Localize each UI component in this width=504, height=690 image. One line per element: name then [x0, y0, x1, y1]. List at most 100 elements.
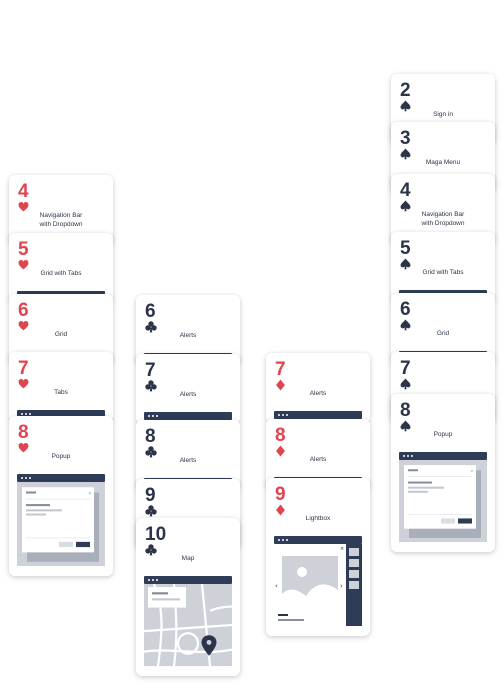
card-label: Navigation Bar with Dropdown — [13, 211, 109, 229]
card-label: Lightbox — [270, 514, 366, 523]
card-label-line: Grid with Tabs — [422, 269, 464, 276]
window-dot-icon — [282, 414, 284, 416]
window-dot-icon — [282, 539, 284, 541]
card-rank: 9 — [145, 485, 156, 506]
window-bar — [144, 576, 232, 584]
card-spades-8[interactable]: 8 Popup × — [391, 394, 495, 552]
window-dot-icon — [148, 579, 150, 581]
card-board: 4 Navigation Bar with Dropdown 5 Grid with T… — [0, 0, 504, 690]
card-diamonds-9[interactable]: 9 Lightbox × ‹ › — [266, 478, 370, 636]
svg-text:›: › — [340, 582, 343, 590]
lightbox-preview-icon: × ‹ › — [274, 544, 362, 626]
map-preview-icon — [144, 584, 232, 666]
card-label-line: Grid — [436, 330, 450, 337]
card-label: Alerts — [140, 456, 236, 465]
card-spades-5[interactable]: 5 Grid with Tabs — [391, 232, 495, 302]
window-bar — [274, 411, 362, 419]
card-rank: 4 — [400, 180, 411, 201]
card-rank: 6 — [18, 300, 29, 321]
card-label-line: Navigation Bar — [39, 212, 83, 219]
card-label-line: Lightbox — [305, 515, 331, 522]
window-dot-icon — [29, 413, 31, 415]
spade-icon — [400, 378, 411, 390]
card-rank: 9 — [275, 484, 286, 505]
lightbox-preview: × ‹ › — [274, 544, 362, 626]
window-dot-icon — [278, 539, 280, 541]
card-label-line: Sign in — [433, 111, 453, 118]
card-label-line: Alerts — [309, 390, 327, 397]
card-label-line: Map — [181, 555, 195, 562]
card-label: Sign in — [395, 110, 491, 119]
card-label: Maga Menu — [395, 158, 491, 167]
card-label-line: Tabs — [54, 389, 68, 396]
card-label-line: Alerts — [309, 456, 327, 463]
card-label: Grid with Tabs — [13, 269, 109, 278]
window-bar — [274, 536, 362, 544]
window-dot-icon — [278, 414, 280, 416]
window-dot-icon — [156, 579, 158, 581]
window-dot-icon — [411, 455, 413, 457]
popup-preview-icon: × — [399, 460, 487, 542]
card-label: Popup — [13, 452, 109, 461]
window-dot-icon — [152, 415, 154, 417]
club-icon — [145, 505, 157, 517]
card-clubs-10[interactable]: 10 Map — [136, 518, 240, 676]
window-bar — [399, 452, 487, 460]
card-label-line: Navigation Bar — [421, 211, 465, 218]
card-label-line: Popup — [433, 431, 453, 438]
card-diamonds-7[interactable]: 7 Alerts — [266, 353, 370, 423]
card-rank: 2 — [400, 80, 411, 101]
card-rank: 7 — [400, 358, 411, 379]
card-rank: 5 — [18, 239, 29, 260]
svg-text:×: × — [88, 491, 92, 497]
card-label-line: with Dropdown — [421, 220, 465, 227]
window-dot-icon — [21, 413, 23, 415]
card-label-line: Alerts — [179, 332, 197, 339]
card-rank: 8 — [275, 425, 286, 446]
card-hearts-7[interactable]: 7 Tabs — [9, 352, 113, 422]
card-label: Alerts — [140, 390, 236, 399]
window-dot-icon — [152, 579, 154, 581]
map-preview — [144, 584, 232, 666]
card-label: Navigation Bar with Dropdown — [395, 210, 491, 228]
card-rank: 3 — [400, 128, 411, 149]
window-bar — [144, 412, 232, 420]
card-rank: 10 — [145, 524, 167, 545]
card-rank: 8 — [18, 422, 29, 443]
card-label: Grid with Tabs — [395, 268, 491, 277]
window-dot-icon — [407, 455, 409, 457]
svg-text:‹: ‹ — [275, 582, 278, 590]
window-dot-icon — [286, 539, 288, 541]
card-label: Grid — [13, 330, 109, 339]
card-label-line: with Dropdown — [39, 221, 83, 228]
window-bar — [17, 474, 105, 482]
card-label: Alerts — [270, 455, 366, 464]
card-label: Map — [140, 554, 236, 563]
card-hearts-5[interactable]: 5 Grid with Tabs — [9, 233, 113, 303]
card-rank: 6 — [400, 299, 411, 320]
card-label-line: Maga Menu — [425, 159, 461, 166]
card-rank: 7 — [18, 358, 29, 379]
window-dot-icon — [29, 477, 31, 479]
card-hearts-8[interactable]: 8 Popup × — [9, 416, 113, 576]
card-label-line: Alerts — [179, 457, 197, 464]
card-label: Grid — [395, 329, 491, 338]
card-label-line: Alerts — [179, 391, 197, 398]
card-clubs-7[interactable]: 7 Alerts — [136, 354, 240, 424]
card-rank: 8 — [145, 426, 156, 447]
card-rank: 7 — [145, 360, 156, 381]
card-label: Tabs — [13, 388, 109, 397]
popup-preview: × — [17, 482, 105, 566]
window-dot-icon — [21, 477, 23, 479]
window-dot-icon — [25, 413, 27, 415]
card-rank: 4 — [18, 181, 29, 202]
card-rank: 7 — [275, 359, 286, 380]
card-label: Alerts — [140, 331, 236, 340]
svg-text:×: × — [340, 546, 344, 552]
window-dot-icon — [25, 477, 27, 479]
popup-preview-icon: × — [17, 482, 105, 566]
window-dot-icon — [148, 415, 150, 417]
window-dot-icon — [286, 414, 288, 416]
card-label-line: Grid — [54, 331, 68, 338]
card-label-line: Popup — [51, 453, 71, 460]
